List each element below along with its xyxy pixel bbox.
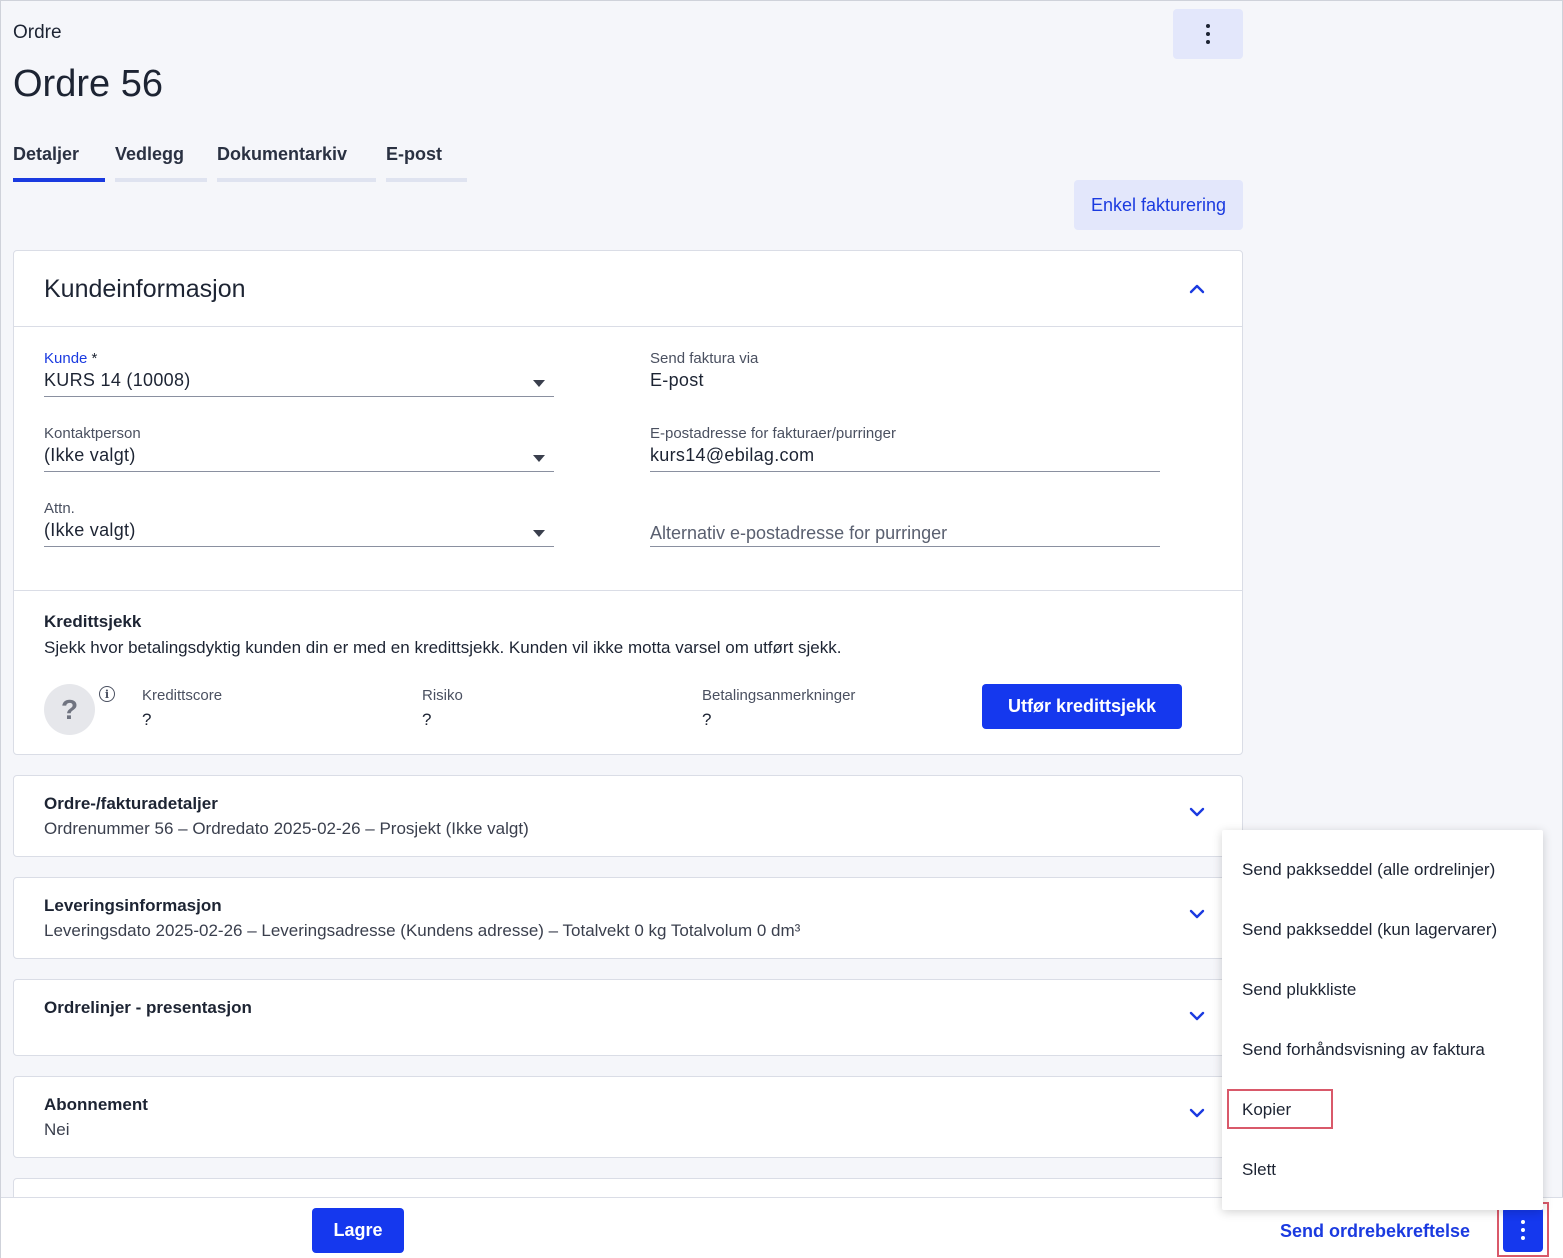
customer-info-header[interactable]: Kundeinformasjon — [14, 251, 1242, 327]
payment-remarks: Betalingsanmerkninger ? — [702, 687, 855, 730]
tab-vedlegg[interactable]: Vedlegg — [115, 144, 207, 182]
chevron-down-icon[interactable] — [1189, 804, 1205, 820]
customer-label: Kunde — [44, 350, 88, 367]
alt-email-underline — [650, 546, 1160, 547]
run-credit-check-button[interactable]: Utfør kredittsjekk — [982, 684, 1182, 729]
question-icon: ? — [44, 684, 95, 735]
tab-detaljer[interactable]: Detaljer — [13, 144, 105, 182]
tab-e-post[interactable]: E-post — [386, 144, 467, 182]
customer-info-title: Kundeinformasjon — [44, 275, 246, 303]
delivery-info-section[interactable]: Leveringsinformasjon Leveringsdato 2025-… — [13, 877, 1243, 959]
contact-person-underline — [44, 471, 554, 472]
section-summary: Nei — [44, 1120, 70, 1139]
contact-person-field[interactable]: Kontaktperson (Ikke valgt) — [44, 425, 141, 466]
section-summary: Leveringsdato 2025-02-26 – Leveringsadre… — [44, 921, 801, 940]
risk: Risiko ? — [422, 687, 463, 730]
credit-score-label: Kredittscore — [142, 687, 223, 704]
attn-underline — [44, 546, 554, 547]
invoice-email-value: kurs14@ebilag.com — [650, 445, 815, 465]
credit-check-description: Sjekk hvor betalingsdyktig kunden din er… — [44, 638, 842, 657]
attn-field[interactable]: Attn. (Ikke valgt) — [44, 500, 136, 541]
required-mark: * — [91, 350, 98, 367]
customer-info-card: Kundeinformasjon Kunde * KURS 14 (10008)… — [13, 250, 1243, 755]
save-button[interactable]: Lagre — [312, 1208, 404, 1253]
section-title: Ordrelinjer - presentasjon — [44, 998, 252, 1017]
chevron-down-icon[interactable] — [533, 455, 545, 462]
chevron-down-icon[interactable] — [1189, 1008, 1205, 1024]
contact-person-label: Kontaktperson — [44, 425, 141, 442]
menu-item-send-packing-slip-all[interactable]: Send pakkseddel (alle ordrelinjer) — [1242, 860, 1495, 880]
menu-item-send-invoice-preview[interactable]: Send forhåndsvisning av faktura — [1242, 1040, 1485, 1060]
customer-underline — [44, 396, 554, 397]
section-summary: Ordrenummer 56 – Ordredato 2025-02-26 – … — [44, 819, 529, 838]
section-title: Leveringsinformasjon — [44, 896, 222, 915]
credit-check-title: Kredittsjekk — [44, 612, 142, 631]
payment-remarks-label: Betalingsanmerkninger — [702, 687, 856, 704]
menu-item-send-packing-slip-stock[interactable]: Send pakkseddel (kun lagervarer) — [1242, 920, 1497, 940]
menu-item-send-pick-list[interactable]: Send plukkliste — [1242, 980, 1356, 1000]
chevron-down-icon[interactable] — [1189, 1105, 1205, 1121]
chevron-down-icon[interactable] — [533, 530, 545, 537]
info-icon[interactable]: i — [99, 686, 115, 702]
contact-person-value: (Ikke valgt) — [44, 445, 136, 465]
more-actions-menu: Send pakkseddel (alle ordrelinjer) Send … — [1222, 830, 1543, 1210]
tab-dokumentarkiv[interactable]: Dokumentarkiv — [217, 144, 376, 182]
order-invoice-details-section[interactable]: Ordre-/fakturadetaljer Ordrenummer 56 – … — [13, 775, 1243, 857]
highlight-box — [1227, 1089, 1333, 1129]
customer-field[interactable]: Kunde * KURS 14 (10008) — [44, 350, 191, 391]
credit-score-value: ? — [142, 710, 152, 729]
payment-remarks-value: ? — [702, 710, 712, 729]
risk-value: ? — [422, 710, 432, 729]
attn-value: (Ikke valgt) — [44, 520, 136, 540]
section-title: Ordre-/fakturadetaljer — [44, 794, 218, 813]
order-lines-presentation-section[interactable]: Ordrelinjer - presentasjon — [13, 979, 1243, 1056]
risk-label: Risiko — [422, 687, 463, 704]
chevron-down-icon[interactable] — [1189, 906, 1205, 922]
invoice-email-underline — [650, 471, 1160, 472]
chevron-up-icon[interactable] — [1189, 281, 1205, 297]
menu-item-delete[interactable]: Slett — [1242, 1160, 1276, 1180]
alt-email-placeholder: Alternativ e-postadresse for purringer — [650, 523, 948, 543]
tab-bar: Detaljer Vedlegg Dokumentarkiv E-post — [13, 144, 477, 182]
chevron-down-icon[interactable] — [533, 380, 545, 387]
simple-invoicing-button[interactable]: Enkel fakturering — [1074, 180, 1243, 230]
credit-score: Kredittscore ? — [142, 687, 222, 730]
divider — [14, 590, 1242, 591]
highlight-box — [1497, 1202, 1549, 1257]
customer-value: KURS 14 (10008) — [44, 370, 191, 390]
alt-email-field[interactable]: Alternativ e-postadresse for purringer — [650, 523, 947, 544]
send-invoice-via-value: E-post — [650, 370, 704, 390]
page-more-button[interactable] — [1173, 9, 1243, 59]
invoice-email-field[interactable]: E-postadresse for fakturaer/purringer ku… — [650, 425, 896, 466]
send-order-confirmation-link[interactable]: Send ordrebekreftelse — [1280, 1221, 1470, 1242]
breadcrumb[interactable]: Ordre — [13, 22, 62, 44]
subscription-section[interactable]: Abonnement Nei — [13, 1076, 1243, 1158]
more-vertical-icon — [1206, 24, 1210, 44]
send-invoice-via-field: Send faktura via E-post — [650, 350, 758, 391]
invoice-email-label: E-postadresse for fakturaer/purringer — [650, 425, 896, 442]
page-title: Ordre 56 — [13, 63, 163, 105]
attn-label: Attn. — [44, 500, 75, 517]
send-invoice-via-label: Send faktura via — [650, 350, 759, 367]
section-title: Abonnement — [44, 1095, 148, 1114]
